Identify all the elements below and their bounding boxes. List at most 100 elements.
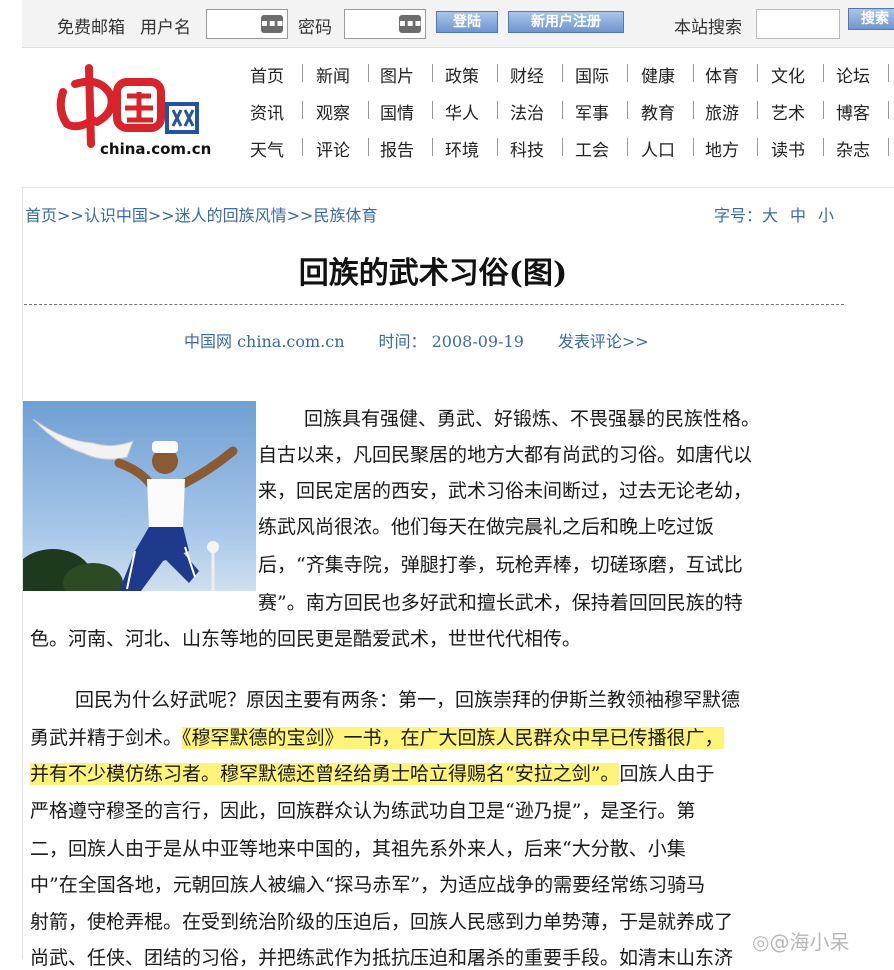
register-button[interactable]: 新用户注册: [508, 11, 624, 33]
paragraph-2-line-1: 回民为什么好武呢？原因主要有两条：第一，回族崇拜的伊斯兰教领袖穆罕默德: [75, 689, 741, 711]
nav-separator: [432, 138, 433, 156]
password-label: 密码: [298, 18, 332, 38]
nav-link[interactable]: 政策: [445, 62, 479, 87]
nav-separator: [823, 138, 824, 156]
password-input[interactable]: ▪▪▪: [344, 9, 426, 39]
p2-line2-text: 勇武并精于剑术。: [30, 727, 183, 749]
nav-separator: [888, 138, 889, 156]
font-size-small[interactable]: 小: [818, 206, 834, 225]
nav-link[interactable]: 国情: [380, 99, 414, 124]
paragraph-1-line-5: 后，“齐集寺院，弹腿打拳，玩枪弄棒，切磋琢磨，互试比: [258, 554, 743, 576]
nav-link[interactable]: 军事: [575, 99, 609, 124]
nav-separator: [497, 64, 498, 82]
nav-separator: [562, 138, 563, 156]
article-photo: [23, 401, 256, 591]
nav-separator: [693, 64, 694, 82]
font-size-medium[interactable]: 中: [790, 206, 806, 225]
title-divider: [24, 304, 844, 305]
martial-artist-photo: [23, 401, 256, 591]
p2-line3-text: 回族人由于: [619, 763, 715, 785]
nav-separator: [562, 64, 563, 82]
free-mail-link[interactable]: 免费邮箱: [57, 13, 125, 38]
breadcrumb[interactable]: 首页>>认识中国>>迷人的回族风情>>民族体育: [25, 202, 377, 226]
nav-link[interactable]: 杂志: [836, 136, 870, 161]
paragraph-2-line-3: 并有不少模仿练习者。穆罕默德还曾经给勇士哈立得赐名“安拉之剑”。回族人由于: [30, 762, 714, 786]
comment-link[interactable]: 发表评论>>: [558, 332, 649, 351]
nav-separator: [368, 64, 369, 82]
nav-link[interactable]: 教育: [641, 99, 675, 124]
weibo-icon: ◎: [752, 930, 770, 954]
nav-separator: [693, 101, 694, 119]
paragraph-1-line-1: 回族具有强健、勇武、好锻炼、不畏强暴的民族性格。: [304, 408, 761, 430]
article-meta: 中国网 china.com.cn 时间： 2008-09-19 发表评论>>: [184, 328, 683, 352]
nav-row: 首页 新闻 图片 政策 财经 国际 健康 体育 文化 论坛: [246, 62, 894, 88]
nav-row: 天气 评论 报告 环境 科技 工会 人口 地方 读书 杂志: [246, 136, 894, 162]
nav-link[interactable]: 论坛: [836, 62, 870, 87]
nav-separator: [627, 64, 628, 82]
nav-link[interactable]: 新闻: [316, 62, 350, 87]
font-size-switcher: 字号：大中小: [714, 202, 846, 226]
paragraph-1-line-6: 赛”。南方回民也多好武和擅长武术，保持着回回民族的特: [258, 592, 743, 614]
nav-separator: [562, 101, 563, 119]
font-size-large[interactable]: 大: [762, 206, 778, 225]
nav-separator: [757, 138, 758, 156]
nav-separator: [627, 101, 628, 119]
nav-link[interactable]: 报告: [380, 136, 414, 161]
nav-separator: [368, 101, 369, 119]
article-title: 回族的武术习俗(图): [298, 256, 568, 291]
username-input[interactable]: ▪▪▪: [206, 9, 288, 39]
nav-separator: [432, 64, 433, 82]
paragraph-1-line-3: 来，回民定居的西安，武术习俗未间断过，过去无论老幼，: [258, 480, 753, 502]
paragraph-2-line-5: 二，回族人由于是从中亚等地来中国的，其祖先系外来人，后来“大分散、小集: [30, 838, 686, 860]
nav-separator: [757, 64, 758, 82]
login-button[interactable]: 登陆: [436, 11, 498, 33]
nav-separator: [823, 101, 824, 119]
nav-link[interactable]: 法治: [510, 99, 544, 124]
nav-link[interactable]: 博客: [836, 99, 870, 124]
nav-link[interactable]: 财经: [510, 62, 544, 87]
nav-link[interactable]: 体育: [705, 62, 739, 87]
nav-separator: [627, 138, 628, 156]
paragraph-2-line-7: 射箭，使枪弄棍。在受到统治阶级的压迫后，回族人民感到力单势薄，于是就养成了: [30, 911, 734, 933]
nav-link[interactable]: 读书: [771, 136, 805, 161]
paragraph-1-line-2: 自古以来，凡回民聚居的地方大都有尚武的习俗。如唐代以: [258, 444, 753, 466]
username-label: 用户名: [140, 18, 191, 38]
nav-link[interactable]: 旅游: [705, 99, 739, 124]
nav-link[interactable]: 资讯: [250, 99, 284, 124]
keyboard-icon[interactable]: ▪▪▪: [399, 15, 421, 33]
article-source[interactable]: 中国网 china.com.cn: [184, 332, 345, 351]
nav-separator: [302, 64, 303, 82]
nav-separator: [432, 101, 433, 119]
nav-link[interactable]: 艺术: [771, 99, 805, 124]
nav-link[interactable]: 文化: [771, 62, 805, 87]
watermark-text: @海小呆: [769, 930, 850, 954]
nav-link[interactable]: 科技: [510, 136, 544, 161]
nav-link[interactable]: 环境: [445, 136, 479, 161]
nav-link[interactable]: 观察: [316, 99, 350, 124]
nav-link[interactable]: 地方: [705, 136, 739, 161]
nav-separator: [302, 138, 303, 156]
paragraph-1-line-7: 色。河南、河北、山东等地的回民更是酷爱武术，世世代代相传。: [30, 628, 582, 650]
site-search-label: 本站搜索: [674, 18, 742, 38]
highlighted-text: 《穆罕默德的宝剑》一书，在广大回族人民群众中早已传播很广，: [182, 727, 724, 749]
nav-link[interactable]: 华人: [445, 99, 479, 124]
nav-link[interactable]: 人口: [641, 136, 675, 161]
site-search-input[interactable]: [756, 9, 840, 39]
nav-separator: [888, 101, 889, 119]
nav-link[interactable]: 图片: [380, 62, 414, 87]
paragraph-2-line-4: 严格遵守穆圣的言行，因此，回族群众认为练武功自卫是“逊乃提”，是圣行。第: [30, 800, 696, 822]
nav-link[interactable]: 天气: [250, 136, 284, 161]
search-button[interactable]: 搜索: [848, 8, 894, 30]
article-time: 时间： 2008-09-19: [378, 332, 524, 351]
nav-separator: [888, 64, 889, 82]
nav-link[interactable]: 健康: [641, 62, 675, 87]
nav-separator: [823, 64, 824, 82]
nav-link[interactable]: 国际: [575, 62, 609, 87]
nav-link[interactable]: 工会: [575, 136, 609, 161]
nav-link[interactable]: 评论: [316, 136, 350, 161]
nav-link[interactable]: 首页: [250, 62, 284, 87]
font-size-label: 字号：: [714, 206, 763, 225]
keyboard-icon[interactable]: ▪▪▪: [261, 15, 283, 33]
nav-separator: [368, 138, 369, 156]
paragraph-2-line-6: 中”在全国各地，元朝回族人被编入“探马赤军”，为适应战争的需要经常练习骑马: [30, 874, 706, 896]
